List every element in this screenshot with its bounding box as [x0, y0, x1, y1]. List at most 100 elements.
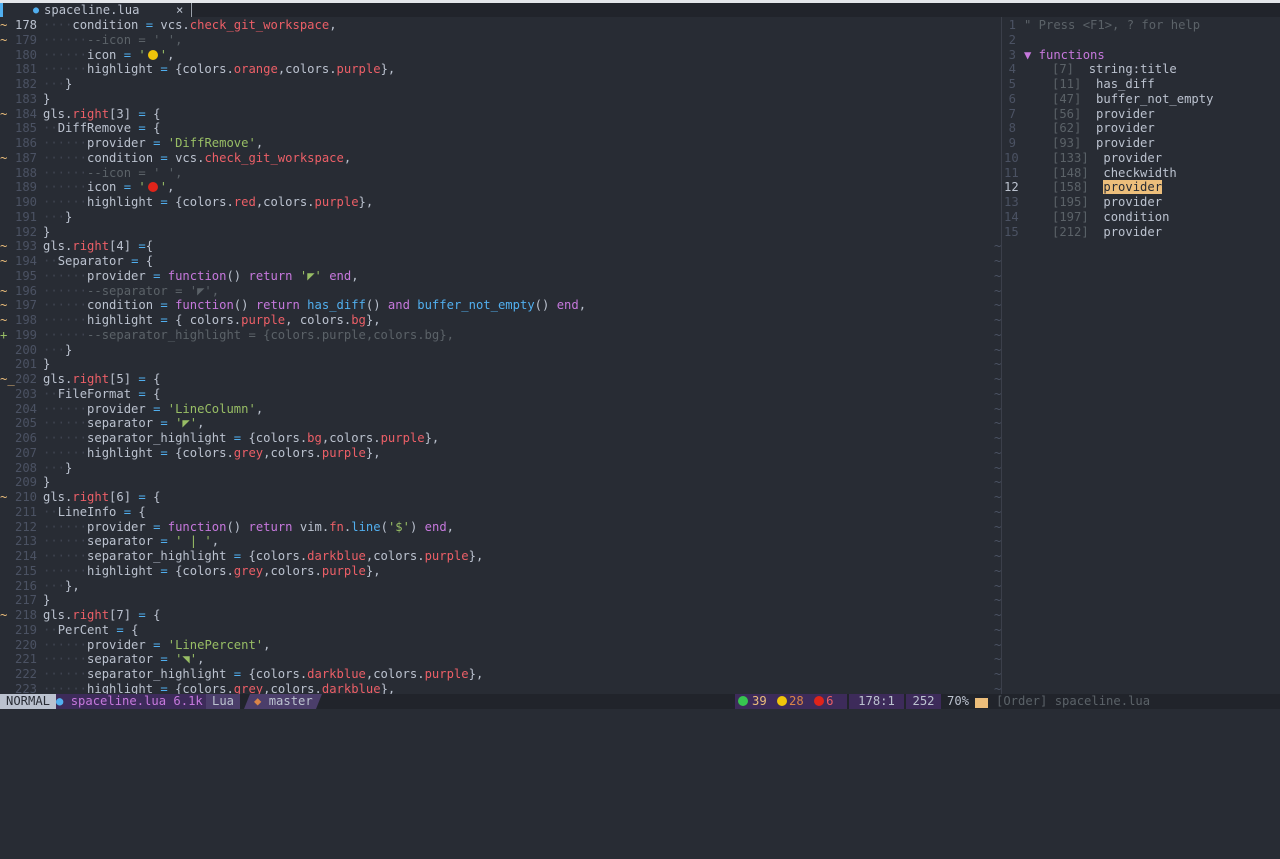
code-line[interactable]: 186 ······provider = 'DiffRemove', — [0, 136, 990, 151]
code-line[interactable]: 205 ······separator = '◤', — [0, 416, 990, 431]
code-token: ,colors. — [365, 667, 425, 681]
code-line[interactable]: 220 ······provider = 'LinePercent', — [0, 638, 990, 653]
code-line[interactable]: ~184 gls.right[3] = { — [0, 107, 990, 122]
code-line[interactable]: ~193 gls.right[4] ={ — [0, 239, 990, 254]
code-line[interactable]: 182 ···} — [0, 77, 990, 92]
code-line[interactable]: 200 ···} — [0, 343, 990, 358]
code-line[interactable]: ~194 ··Separator = { — [0, 254, 990, 269]
code-token: = — [123, 180, 132, 195]
code-line[interactable]: 192} — [0, 225, 990, 240]
help-hint: " Press <F1>, ? for help — [1024, 18, 1201, 32]
code-token: ······ — [43, 652, 88, 667]
code-token: --icon = ' ', — [87, 32, 183, 47]
line-number: 213 — [14, 534, 37, 549]
code-token: ······ — [43, 563, 88, 578]
code-line[interactable]: 217} — [0, 593, 990, 608]
code-line[interactable]: 189 ······icon = ' ', — [0, 180, 990, 195]
code-editor[interactable]: ~178 ····condition = vcs.check_git_worksp… — [0, 17, 990, 694]
outline-item[interactable]: 10 [133] provider — [1004, 151, 1280, 166]
outline-item[interactable]: 9 [93] provider — [1004, 136, 1280, 151]
code-line[interactable]: ~210 gls.right[6] = { — [0, 490, 990, 505]
code-token: ··· — [43, 342, 66, 357]
close-icon[interactable]: × — [176, 3, 183, 17]
code-token: [3] — [109, 106, 139, 121]
outline-item[interactable]: 12 [158] provider — [1004, 180, 1280, 195]
code-line[interactable]: 222 ······separator_highlight = {colors.d… — [0, 667, 990, 682]
code-token: ······ — [43, 47, 88, 62]
code-line[interactable]: ~197 ······condition = function() return … — [0, 298, 990, 313]
code-line[interactable]: 219 ··PerCent = { — [0, 623, 990, 638]
outline-item[interactable]: 8 [62] provider — [1004, 121, 1280, 136]
code-token: , — [197, 416, 205, 431]
outline-item[interactable]: 7 [56] provider — [1004, 107, 1280, 122]
code-line[interactable]: 208 ···} — [0, 461, 990, 476]
outline-item[interactable]: 6 [47] buffer_not_empty — [1004, 92, 1280, 107]
outline-item[interactable]: 5 [11] has_diff — [1004, 77, 1280, 92]
code-line[interactable]: 206 ······separator_highlight = {colors.b… — [0, 431, 990, 446]
code-line[interactable]: 214 ······separator_highlight = {colors.d… — [0, 549, 990, 564]
code-line[interactable]: 195 ······provider = function() return '◤… — [0, 269, 990, 284]
code-token: , — [255, 401, 264, 416]
code-line[interactable]: ~_ 202 gls.right[5] = { — [0, 372, 990, 387]
code-line[interactable]: 191 ···} — [0, 210, 990, 225]
tagbar-outline-panel[interactable]: 1 " Press <F1>, ? for help 2 3 ▼ functions 4 [… — [1004, 17, 1280, 694]
code-line[interactable]: 204 ······provider = 'LineColumn', — [0, 402, 990, 417]
code-line[interactable]: +199 ······--separator_highlight = {color… — [0, 328, 990, 343]
tab-spaceline-lua[interactable]: ● spaceline.lua × — [0, 3, 190, 17]
code-line[interactable]: 223 ······highlight = {colors.grey,colors… — [0, 682, 990, 694]
outline-symbol-name: provider — [1103, 195, 1163, 209]
code-line[interactable]: 209} — [0, 475, 990, 490]
code-line[interactable]: ~187 ······condition = vcs.check_git_work… — [0, 151, 990, 166]
code-line[interactable]: 180 ······icon = ' ', — [0, 48, 990, 63]
outline-item[interactable]: 13 [195] provider — [1004, 195, 1280, 210]
git-sign: ~ — [0, 490, 8, 504]
code-token: = — [138, 608, 146, 622]
code-line[interactable]: ~179 ······--icon = ' ', — [0, 33, 990, 48]
code-line[interactable]: 211 ··LineInfo = { — [0, 505, 990, 520]
outline-line-ref: [133] — [1052, 150, 1097, 165]
command-line[interactable] — [0, 709, 1280, 725]
outline-item[interactable]: 14 [197] condition — [1004, 210, 1280, 225]
vertical-split-divider[interactable] — [1001, 17, 1002, 694]
outline-item[interactable]: 15 [212] provider — [1004, 225, 1280, 240]
empty-line-marker: ~ — [994, 652, 1002, 667]
code-line[interactable]: ~218 gls.right[7] = { — [0, 608, 990, 623]
code-line[interactable]: 181 ······highlight = {colors.orange,colo… — [0, 62, 990, 77]
outline-line-ref: [56] — [1052, 106, 1089, 121]
code-token: '◥' — [167, 652, 198, 667]
outline-symbol-name: provider — [1103, 150, 1163, 165]
code-line[interactable]: 213 ······separator = ' | ', — [0, 534, 990, 549]
line-number: 187 — [14, 150, 37, 165]
outline-item[interactable]: 4 [7] string:title — [1004, 62, 1280, 77]
code-token: ······ — [43, 416, 88, 431]
code-line[interactable]: ~198 ······highlight = { colors.purple, c… — [0, 313, 990, 328]
code-token: [5] — [109, 372, 139, 386]
code-line[interactable]: 185 ··DiffRemove = { — [0, 121, 990, 136]
code-token: --separator = '◤', — [87, 283, 220, 298]
code-line[interactable]: 201} — [0, 357, 990, 372]
code-line[interactable]: 216 ···}, — [0, 579, 990, 594]
code-line[interactable]: 212 ······provider = function() return vi… — [0, 520, 990, 535]
code-line[interactable]: 188 ······--icon = ' ', — [0, 166, 990, 181]
code-token: { — [131, 504, 146, 519]
line-number: 194 — [14, 254, 37, 268]
code-line[interactable]: ~178 ····condition = vcs.check_git_worksp… — [0, 18, 990, 33]
code-line[interactable]: 221 ······separator = '◥', — [0, 652, 990, 667]
outline-row[interactable]: 3 ▼ functions — [1004, 48, 1280, 63]
code-token: , — [263, 637, 271, 652]
code-line[interactable]: 215 ······highlight = {colors.grey,colors… — [0, 564, 990, 579]
code-token: grey — [233, 563, 264, 578]
code-line[interactable]: 190 ······highlight = {colors.red,colors.… — [0, 195, 990, 210]
code-token: icon — [87, 47, 124, 62]
code-token: ' — [131, 180, 146, 195]
code-line[interactable]: 207 ······highlight = {colors.grey,colors… — [0, 446, 990, 461]
code-line[interactable]: ~196 ······--separator = '◤', — [0, 284, 990, 299]
code-token: end — [424, 519, 447, 534]
code-token: gls. — [43, 106, 73, 121]
code-token: highlight — [87, 563, 161, 578]
line-number: 211 — [14, 504, 37, 519]
code-line[interactable]: 183} — [0, 92, 990, 107]
outline-item[interactable]: 11 [148] checkwidth — [1004, 166, 1280, 181]
code-line[interactable]: 203 ··FileFormat = { — [0, 387, 990, 402]
line-number: 7 — [1008, 106, 1016, 121]
